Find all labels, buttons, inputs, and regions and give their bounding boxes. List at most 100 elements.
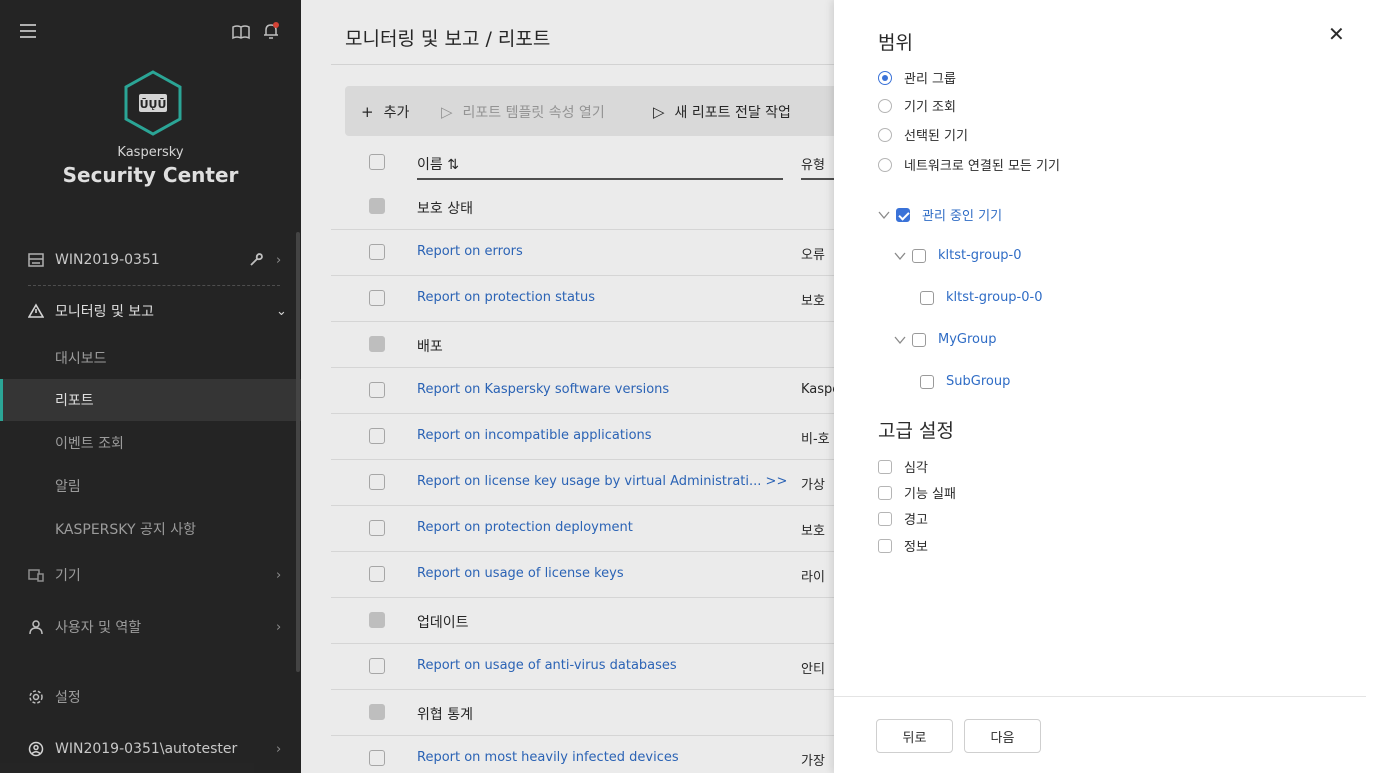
chevron-down-icon[interactable] — [894, 250, 906, 262]
scope-option-selected-devices[interactable]: 선택된 기기 — [878, 125, 968, 144]
report-link[interactable]: Report on protection deployment — [417, 520, 633, 535]
menu-icon[interactable] — [20, 24, 36, 38]
book-icon[interactable] — [232, 24, 250, 40]
tree-label[interactable]: MyGroup — [938, 332, 997, 347]
user-icon — [29, 620, 43, 635]
checkbox[interactable] — [878, 459, 892, 474]
sidebar-scrollbar[interactable] — [296, 232, 300, 672]
radio-button[interactable] — [878, 98, 892, 113]
radio-button[interactable] — [878, 157, 892, 172]
checkbox[interactable] — [878, 538, 892, 553]
radio-button[interactable] — [878, 70, 892, 85]
table-row[interactable]: Report on usage of anti-virus databases … — [331, 644, 871, 690]
report-type: 오류 — [801, 248, 825, 263]
tree-checkbox[interactable] — [920, 374, 934, 389]
table-group-row[interactable]: 배포 — [331, 322, 871, 368]
scope-option-admin-groups[interactable]: 관리 그룹 — [878, 68, 956, 87]
checkbox[interactable] — [878, 485, 892, 500]
new-delivery-task-button[interactable]: ▷ 새 리포트 전달 작업 — [653, 102, 791, 122]
report-link[interactable]: Report on protection status — [417, 290, 595, 305]
radio-button[interactable] — [878, 127, 892, 142]
tree-checkbox[interactable] — [912, 332, 926, 347]
table-group-row[interactable]: 위협 통계 — [331, 690, 871, 736]
scope-option-device-selection[interactable]: 기기 조회 — [878, 96, 956, 115]
nav-monitoring[interactable]: 모니터링 및 보고 ⌄ — [0, 298, 301, 324]
row-checkbox[interactable] — [369, 198, 385, 214]
report-link[interactable]: Report on license key usage by virtual A… — [417, 474, 787, 489]
nav-server[interactable]: WIN2019-0351 › — [0, 247, 301, 273]
row-checkbox[interactable] — [369, 244, 385, 260]
sidebar-item-reports[interactable]: 리포트 — [0, 379, 301, 421]
report-link[interactable]: Report on Kaspersky software versions — [417, 382, 669, 397]
nav-settings[interactable]: 설정 — [0, 682, 301, 712]
tree-checkbox[interactable] — [912, 248, 926, 263]
next-button[interactable]: 다음 — [964, 719, 1041, 753]
sidebar-item-dashboard[interactable]: 대시보드 — [0, 343, 301, 373]
sidebar-item-notifications[interactable]: 알림 — [0, 471, 301, 501]
tree-checkbox[interactable] — [896, 207, 910, 222]
nav-users-roles[interactable]: 사용자 및 역할 › — [0, 612, 301, 642]
group-name: 업데이트 — [417, 615, 469, 631]
report-link[interactable]: Report on most heavily infected devices — [417, 750, 679, 765]
table-row[interactable]: Report on usage of license keys 라이 — [331, 552, 871, 598]
select-all-checkbox[interactable] — [369, 154, 385, 170]
row-checkbox[interactable] — [369, 566, 385, 582]
report-link[interactable]: Report on incompatible applications — [417, 428, 652, 443]
row-checkbox[interactable] — [369, 520, 385, 536]
checkbox-label: 심각 — [904, 461, 928, 476]
row-checkbox[interactable] — [369, 428, 385, 444]
tree-node-managed-devices[interactable]: 관리 중인 기기 — [878, 205, 1002, 224]
tree-label[interactable]: kltst-group-0 — [938, 248, 1022, 263]
back-button[interactable]: 뒤로 — [876, 719, 953, 753]
sidebar-item-events[interactable]: 이벤트 조회 — [0, 428, 301, 458]
table-row[interactable]: Report on protection status 보호 — [331, 276, 871, 322]
tree-label[interactable]: SubGroup — [946, 374, 1010, 389]
table-row[interactable]: Report on most heavily infected devices … — [331, 736, 871, 773]
chevron-down-icon[interactable] — [878, 209, 890, 221]
report-link[interactable]: Report on errors — [417, 244, 523, 259]
severity-warning[interactable]: 경고 — [878, 509, 928, 528]
checkbox[interactable] — [878, 511, 892, 526]
row-checkbox[interactable] — [369, 658, 385, 674]
table-row[interactable]: Report on protection deployment 보호 — [331, 506, 871, 552]
nav-account[interactable]: WIN2019-0351\autotester › — [0, 734, 301, 764]
row-checkbox[interactable] — [369, 750, 385, 766]
table-row[interactable]: Report on errors 오류 — [331, 230, 871, 276]
tree-node-mygroup[interactable]: MyGroup — [894, 332, 997, 347]
tree-checkbox[interactable] — [920, 290, 934, 305]
tree-label[interactable]: 관리 중인 기기 — [922, 205, 1002, 224]
row-checkbox[interactable] — [369, 474, 385, 490]
table-row[interactable]: Report on incompatible applications 비-호 — [331, 414, 871, 460]
row-checkbox[interactable] — [369, 290, 385, 306]
table-group-row[interactable]: 보호 상태 — [331, 184, 871, 230]
sidebar-item-announcements[interactable]: KASPERSKY 공지 사항 — [0, 514, 301, 544]
column-type-header[interactable]: 유형 — [801, 154, 825, 173]
report-link[interactable]: Report on usage of license keys — [417, 566, 624, 581]
warning-icon — [28, 303, 44, 318]
column-name-header[interactable]: 이름 ⇅ — [417, 154, 459, 174]
close-icon[interactable]: ✕ — [1328, 24, 1345, 44]
tree-node-subgroup[interactable]: SubGroup — [920, 374, 1010, 389]
table-row[interactable]: Report on license key usage by virtual A… — [331, 460, 871, 506]
chevron-down-icon[interactable] — [894, 334, 906, 346]
table-row[interactable]: Report on Kaspersky software versions Ka… — [331, 368, 871, 414]
sidebar-item-label: 리포트 — [55, 393, 94, 409]
report-link[interactable]: Report on usage of anti-virus databases — [417, 658, 677, 673]
tree-label[interactable]: kltst-group-0-0 — [946, 290, 1042, 305]
severity-functional-failure[interactable]: 기능 실패 — [878, 483, 956, 502]
nav-devices[interactable]: 기기 › — [0, 560, 301, 590]
row-checkbox[interactable] — [369, 336, 385, 352]
tree-node-kltst-group-0-0[interactable]: kltst-group-0-0 — [920, 290, 1042, 305]
tree-node-kltst-group-0[interactable]: kltst-group-0 — [894, 248, 1022, 263]
add-button[interactable]: + 추가 — [361, 102, 409, 122]
row-checkbox[interactable] — [369, 704, 385, 720]
scope-option-all-networked-devices[interactable]: 네트워크로 연결된 모든 기기 — [878, 155, 1060, 174]
row-checkbox[interactable] — [369, 382, 385, 398]
severity-critical[interactable]: 심각 — [878, 457, 928, 476]
severity-info[interactable]: 정보 — [878, 536, 928, 555]
wrench-icon[interactable] — [248, 252, 264, 268]
bell-icon[interactable] — [262, 22, 280, 40]
open-template-button[interactable]: ▷ 리포트 템플릿 속성 열기 — [441, 102, 605, 122]
table-group-row[interactable]: 업데이트 — [331, 598, 871, 644]
row-checkbox[interactable] — [369, 612, 385, 628]
